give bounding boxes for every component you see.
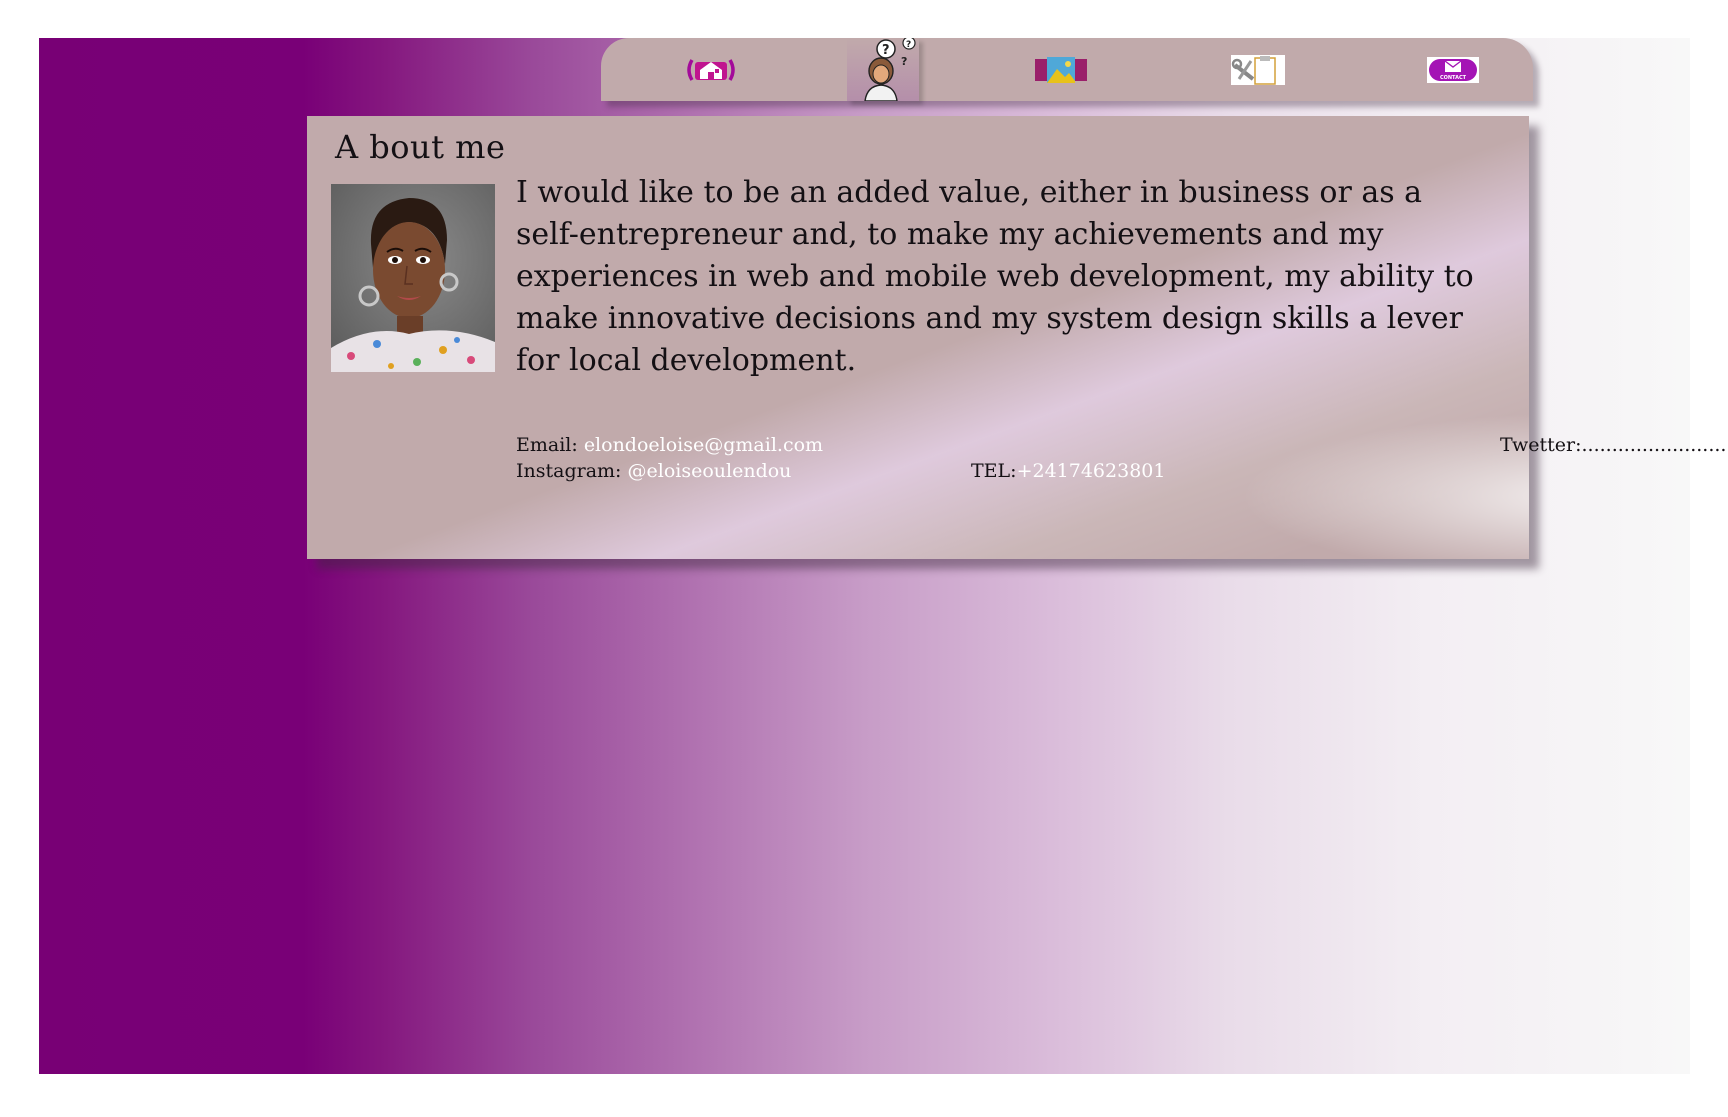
nav-about[interactable]: ? ? ?	[847, 38, 919, 101]
instagram-line: Instagram: @eloiseoulendou	[516, 460, 791, 482]
about-card: A bout me I would like to be an added va…	[307, 116, 1728, 559]
person-question-icon: ? ? ?	[864, 38, 916, 101]
email-label: Email:	[516, 434, 584, 456]
email-line: Email: elondoeloise@gmail.com	[516, 434, 823, 456]
tel-line: TEL:+24174623801	[971, 460, 1165, 482]
nav-gallery[interactable]	[1031, 38, 1091, 101]
profile-photo	[331, 184, 495, 372]
email-link[interactable]: elondoeloise@gmail.com	[584, 434, 823, 456]
twitter-value: ..................................	[1581, 434, 1728, 456]
gallery-image-icon	[1035, 56, 1087, 83]
about-text: I would like to be an added value, eithe…	[516, 175, 1474, 378]
main-nav: ? ? ? CONTACT	[601, 38, 1533, 101]
contact-icon-label: CONTACT	[1440, 75, 1467, 81]
instagram-link[interactable]: @eloiseoulendou	[628, 460, 792, 482]
tel-link[interactable]: +24174623801	[1017, 460, 1166, 482]
svg-text:?: ?	[901, 55, 907, 68]
clipboard-tools-icon	[1231, 54, 1285, 85]
svg-text:?: ?	[882, 43, 890, 58]
instagram-label: Instagram:	[516, 460, 628, 482]
twitter-label: Twetter:	[1500, 434, 1582, 456]
nav-skills[interactable]	[1227, 38, 1289, 101]
tel-label: TEL:	[971, 460, 1017, 482]
home-icon	[687, 58, 735, 81]
envelope-icon: CONTACT	[1427, 56, 1479, 83]
nav-home[interactable]	[675, 38, 747, 101]
nav-contact[interactable]: CONTACT	[1422, 38, 1484, 101]
svg-text:?: ?	[906, 40, 911, 50]
twitter-line: Twetter:................................…	[1500, 434, 1728, 456]
about-title: A bout me	[335, 128, 506, 166]
